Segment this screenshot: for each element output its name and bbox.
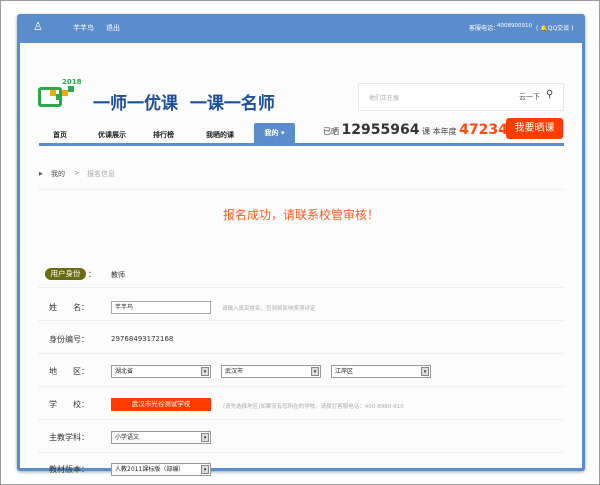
divider xyxy=(39,386,564,387)
qq-chat-link[interactable]: ( 🔔QQ交谈 ) xyxy=(536,23,573,32)
logo-year: 2018 xyxy=(62,78,82,86)
province-value: 湖北省 xyxy=(115,368,134,375)
bell-icon: 🔔 xyxy=(540,25,548,32)
school-label: 学 校： xyxy=(49,400,89,409)
nav-showcase[interactable]: 优课展示 xyxy=(98,130,126,140)
name-input[interactable]: 芊芊鸟 xyxy=(111,301,211,314)
search-button[interactable]: 云一下 xyxy=(519,92,540,102)
subject-label: 主教学科： xyxy=(49,433,89,442)
hotline-label: 客服电话： xyxy=(469,25,500,32)
search-box[interactable]: 他们正在搜 云一下 ⚲ xyxy=(358,83,564,111)
region-label: 地 区： xyxy=(49,367,89,376)
content-area: 2018 一师一优课 一课一名师 他们正在搜 云一下 ⚲ 首页 优课展示 排行榜… xyxy=(20,43,582,476)
id-value: 29768493172168 xyxy=(111,335,174,343)
edition-label: 教材版本： xyxy=(49,465,89,474)
success-message: 报名成功，请联系校管审核！ xyxy=(222,208,379,222)
identity-value: 教师 xyxy=(111,271,125,279)
city-value: 武汉市 xyxy=(225,368,244,375)
divider xyxy=(39,419,564,420)
breadcrumb-current: 报名信息 xyxy=(87,170,115,178)
school-select-button[interactable]: 武汉市光谷测试学校 xyxy=(111,398,211,411)
search-icon[interactable]: ⚲ xyxy=(546,89,553,100)
nav-my-courses[interactable]: 我晒的课 xyxy=(206,130,234,140)
chevron-down-icon: ▾ xyxy=(421,367,429,376)
breadcrumb-arrow-icon: ▶ xyxy=(39,171,43,177)
user-icon: ♙ xyxy=(33,20,43,33)
edition-select[interactable]: 人教2011课标版（部编） ▾ xyxy=(111,463,211,476)
divider xyxy=(39,353,564,354)
district-select[interactable]: 江岸区 ▾ xyxy=(331,365,431,378)
school-hint: (请先选择地区)如果没有您所在的学校，请拨打客服电话：400-8980-910 xyxy=(223,404,404,410)
unit-label: 课 xyxy=(422,127,431,136)
search-input[interactable]: 他们正在搜 xyxy=(369,93,399,102)
logo: 2018 xyxy=(38,78,81,108)
name-label: 姓 名： xyxy=(49,303,89,312)
subject-select[interactable]: 小学语文 ▾ xyxy=(111,431,211,444)
hotline-number: 4008900910 xyxy=(497,23,532,29)
edition-value: 人教2011课标版（部编） xyxy=(115,466,185,473)
divider xyxy=(39,320,564,321)
year-count: 47234 xyxy=(459,122,508,138)
share-course-button[interactable]: 我要晒课 xyxy=(506,118,563,139)
identity-badge: 用户身份 xyxy=(45,268,86,280)
divider xyxy=(39,287,564,288)
subject-value: 小学语文 xyxy=(115,434,140,441)
shared-label: 已晒 xyxy=(323,127,339,136)
site-slogan: 一师一优课 一课一名师 xyxy=(93,94,275,114)
name-hint: 请输入真实姓名，否则将影响奖项评定 xyxy=(222,306,316,312)
divider xyxy=(39,452,564,453)
district-value: 江岸区 xyxy=(335,368,354,375)
qq-label: QQ交谈 xyxy=(547,25,570,32)
logout-link[interactable]: 退出 xyxy=(106,23,120,33)
nav-home[interactable]: 首页 xyxy=(53,130,67,140)
share-stats: 已晒 12955964 课 本年度 47234 课 xyxy=(323,122,518,138)
chevron-down-icon: ▾ xyxy=(201,367,209,376)
breadcrumb-mine[interactable]: 我的 xyxy=(51,169,65,179)
chevron-down-icon: ▾ xyxy=(311,367,319,376)
nav-underline xyxy=(39,143,564,146)
shared-count: 12955964 xyxy=(341,122,420,138)
username-link[interactable]: 芊芊鸟 xyxy=(73,23,94,33)
chevron-down-icon: ▾ xyxy=(201,433,209,442)
divider xyxy=(39,189,564,190)
id-label: 身份编号： xyxy=(49,335,89,344)
province-select[interactable]: 湖北省 ▾ xyxy=(111,365,211,378)
page-frame: ♙ 芊芊鸟 退出 客服电话： 4008900910 ( 🔔QQ交谈 ) 2018… xyxy=(17,14,585,476)
nav-ranking[interactable]: 排行榜 xyxy=(153,130,174,140)
chevron-down-icon: ▾ xyxy=(201,465,209,474)
nav-mine-tab[interactable]: 我的 ▾ xyxy=(254,123,295,144)
city-select[interactable]: 武汉市 ▾ xyxy=(221,365,321,378)
colon: ： xyxy=(88,270,96,279)
breadcrumb-separator: > xyxy=(74,169,80,177)
year-label: 本年度 xyxy=(432,127,457,136)
